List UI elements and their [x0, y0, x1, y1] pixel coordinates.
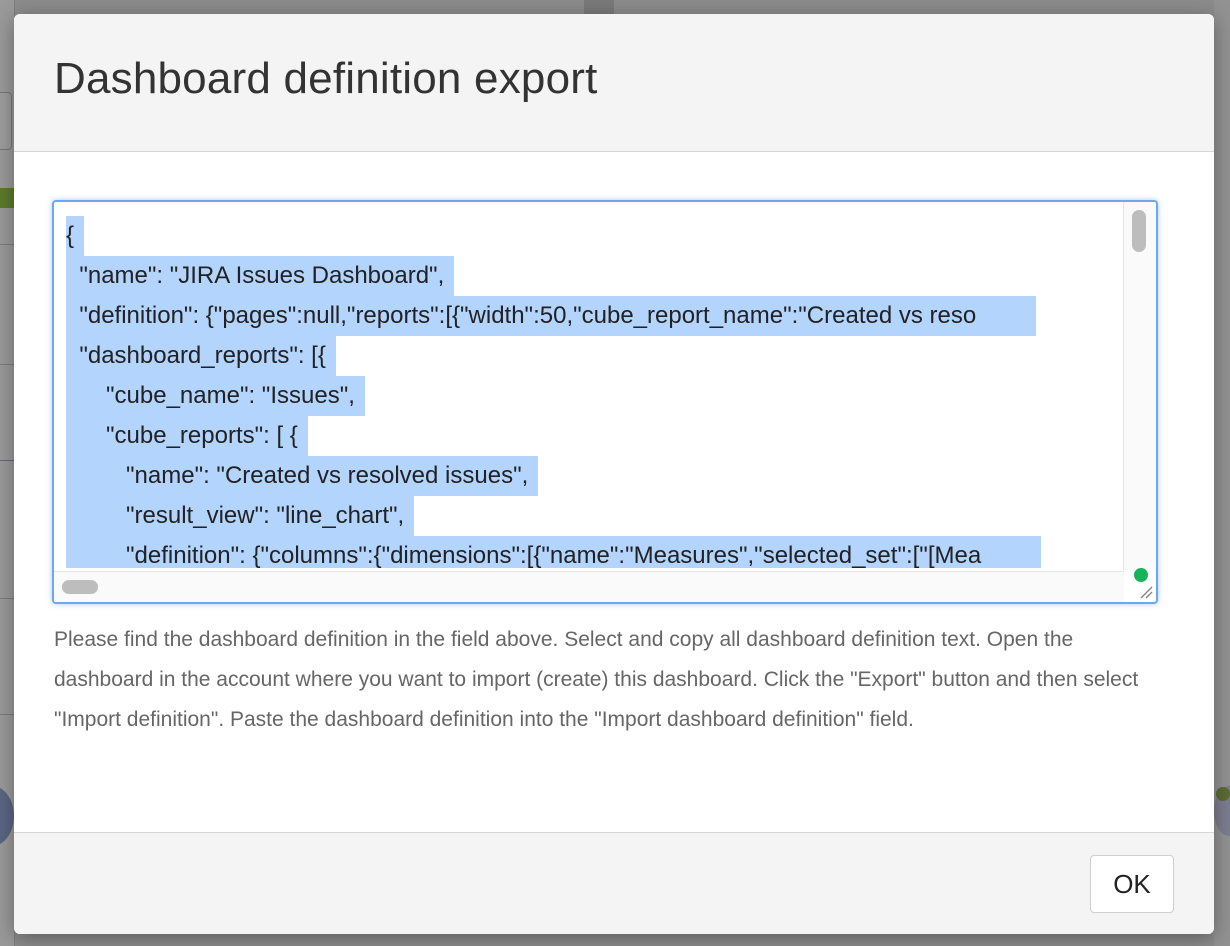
- background-input: [0, 92, 12, 150]
- dialog-footer: OK: [14, 832, 1214, 934]
- help-text: Please find the dashboard definition in …: [54, 628, 1139, 731]
- background-divider: [0, 244, 14, 245]
- definition-line: "definition": {"columns":{"dimensions":[…: [66, 536, 1122, 568]
- background-divider: [584, 0, 614, 14]
- definition-line: {: [66, 216, 1122, 256]
- resize-handle-icon[interactable]: [1139, 585, 1153, 599]
- definition-text[interactable]: { "name": "JIRA Issues Dashboard", "defi…: [66, 216, 1122, 568]
- definition-line: "cube_name": "Issues",: [66, 376, 1122, 416]
- horizontal-scrollbar-thumb[interactable]: [62, 580, 98, 594]
- export-dialog: Dashboard definition export { "name": "J…: [14, 14, 1214, 934]
- background-dot: [1216, 787, 1230, 801]
- definition-line: "name": "Created vs resolved issues",: [66, 456, 1122, 496]
- background-divider: [0, 714, 14, 715]
- definition-line: "name": "JIRA Issues Dashboard",: [66, 256, 1122, 296]
- background-divider: [0, 598, 14, 599]
- definition-line: "result_view": "line_chart",: [66, 496, 1122, 536]
- vertical-scrollbar-thumb[interactable]: [1132, 210, 1146, 252]
- vertical-scrollbar[interactable]: [1123, 202, 1156, 570]
- background-divider: [0, 460, 14, 461]
- definition-line: "definition": {"pages":null,"reports":[{…: [66, 296, 1122, 336]
- background-green-bar: [0, 188, 14, 208]
- dialog-body: { "name": "JIRA Issues Dashboard", "defi…: [14, 152, 1214, 832]
- status-dot-icon: [1134, 568, 1148, 582]
- definition-line: "dashboard_reports": [{: [66, 336, 1122, 376]
- dialog-title: Dashboard definition export: [54, 54, 598, 103]
- background-divider: [0, 364, 14, 365]
- definition-textarea[interactable]: { "name": "JIRA Issues Dashboard", "defi…: [52, 200, 1158, 604]
- dialog-header: Dashboard definition export: [14, 14, 1214, 152]
- horizontal-scrollbar[interactable]: [54, 571, 1124, 602]
- ok-button[interactable]: OK: [1090, 855, 1174, 913]
- definition-line: "cube_reports": [ {: [66, 416, 1122, 456]
